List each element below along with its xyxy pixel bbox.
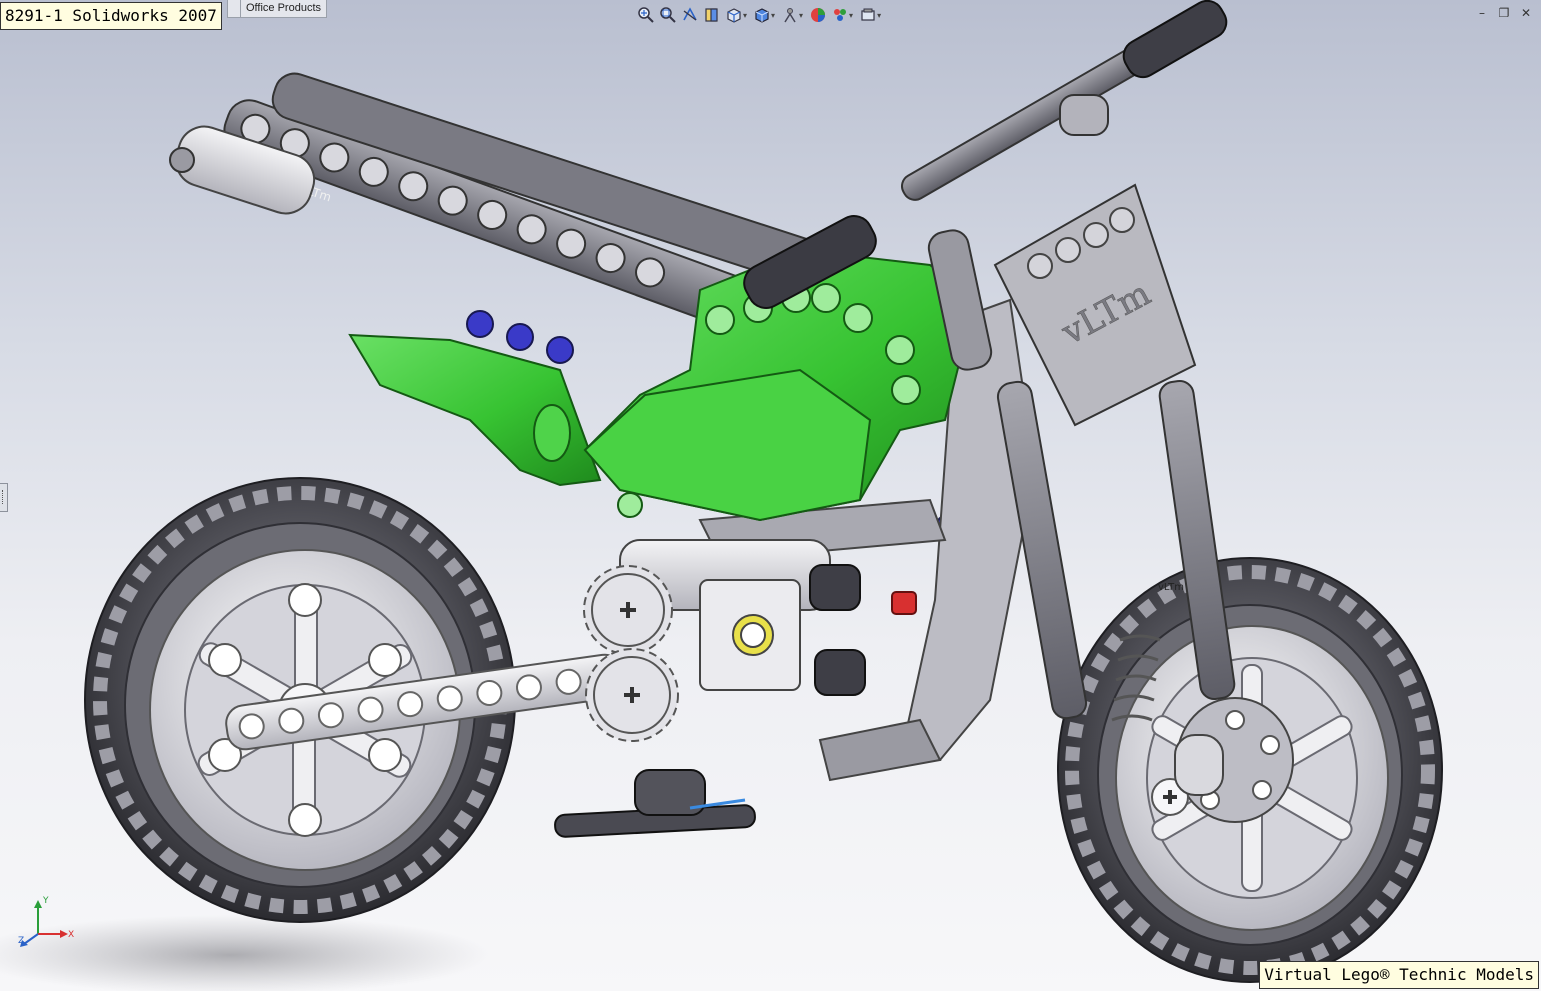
front-wheel[interactable]: vLTm <box>1057 557 1443 983</box>
view-orientation-icon[interactable] <box>724 5 744 25</box>
window-controls: – ❐ ✕ <box>1475 6 1533 20</box>
minimize-button[interactable]: – <box>1475 6 1489 20</box>
red-part <box>891 591 917 615</box>
triad-y-label: Y <box>43 896 49 906</box>
hide-show-icon[interactable] <box>780 5 800 25</box>
chevron-down-icon[interactable]: ▾ <box>771 11 775 20</box>
close-button[interactable]: ✕ <box>1519 6 1533 20</box>
restore-button[interactable]: ❐ <box>1497 6 1511 20</box>
model-title-label: 8291-1 Solidworks 2007 <box>0 2 222 30</box>
zoom-area-icon[interactable] <box>658 5 678 25</box>
triad-z-label: Z <box>18 936 25 946</box>
graphics-area[interactable]: vLTm vLTm vLTm 8291-1 Solidworks 2007 Of… <box>0 0 1541 991</box>
triad-x-label: X <box>68 930 75 940</box>
edit-appearance-icon[interactable] <box>808 5 828 25</box>
tab-office-products[interactable]: Office Products <box>240 0 327 18</box>
section-view-icon[interactable] <box>702 5 722 25</box>
chevron-down-icon[interactable]: ▾ <box>799 11 803 20</box>
chevron-down-icon[interactable]: ▾ <box>877 11 881 20</box>
watermark-label: Virtual Lego® Technic Models <box>1259 961 1539 989</box>
panel-expand-handle[interactable] <box>0 483 8 512</box>
tab-hidden[interactable] <box>227 0 241 18</box>
previous-view-icon[interactable] <box>680 5 700 25</box>
heads-up-view-toolbar: ▾ ▾ ▾ ▾ ▾ <box>636 4 884 26</box>
reference-triad: Y X Z <box>18 896 75 950</box>
footpeg <box>554 769 756 838</box>
apply-scene-icon[interactable] <box>830 5 850 25</box>
zoom-to-fit-icon[interactable] <box>636 5 656 25</box>
tire-text: vLTm <box>1158 582 1184 593</box>
chevron-down-icon[interactable]: ▾ <box>743 11 747 20</box>
motorcycle-model[interactable]: vLTm vLTm vLTm <box>0 0 1541 991</box>
gears <box>583 565 679 742</box>
chevron-down-icon[interactable]: ▾ <box>849 11 853 20</box>
display-style-icon[interactable] <box>752 5 772 25</box>
view-settings-icon[interactable] <box>858 5 878 25</box>
